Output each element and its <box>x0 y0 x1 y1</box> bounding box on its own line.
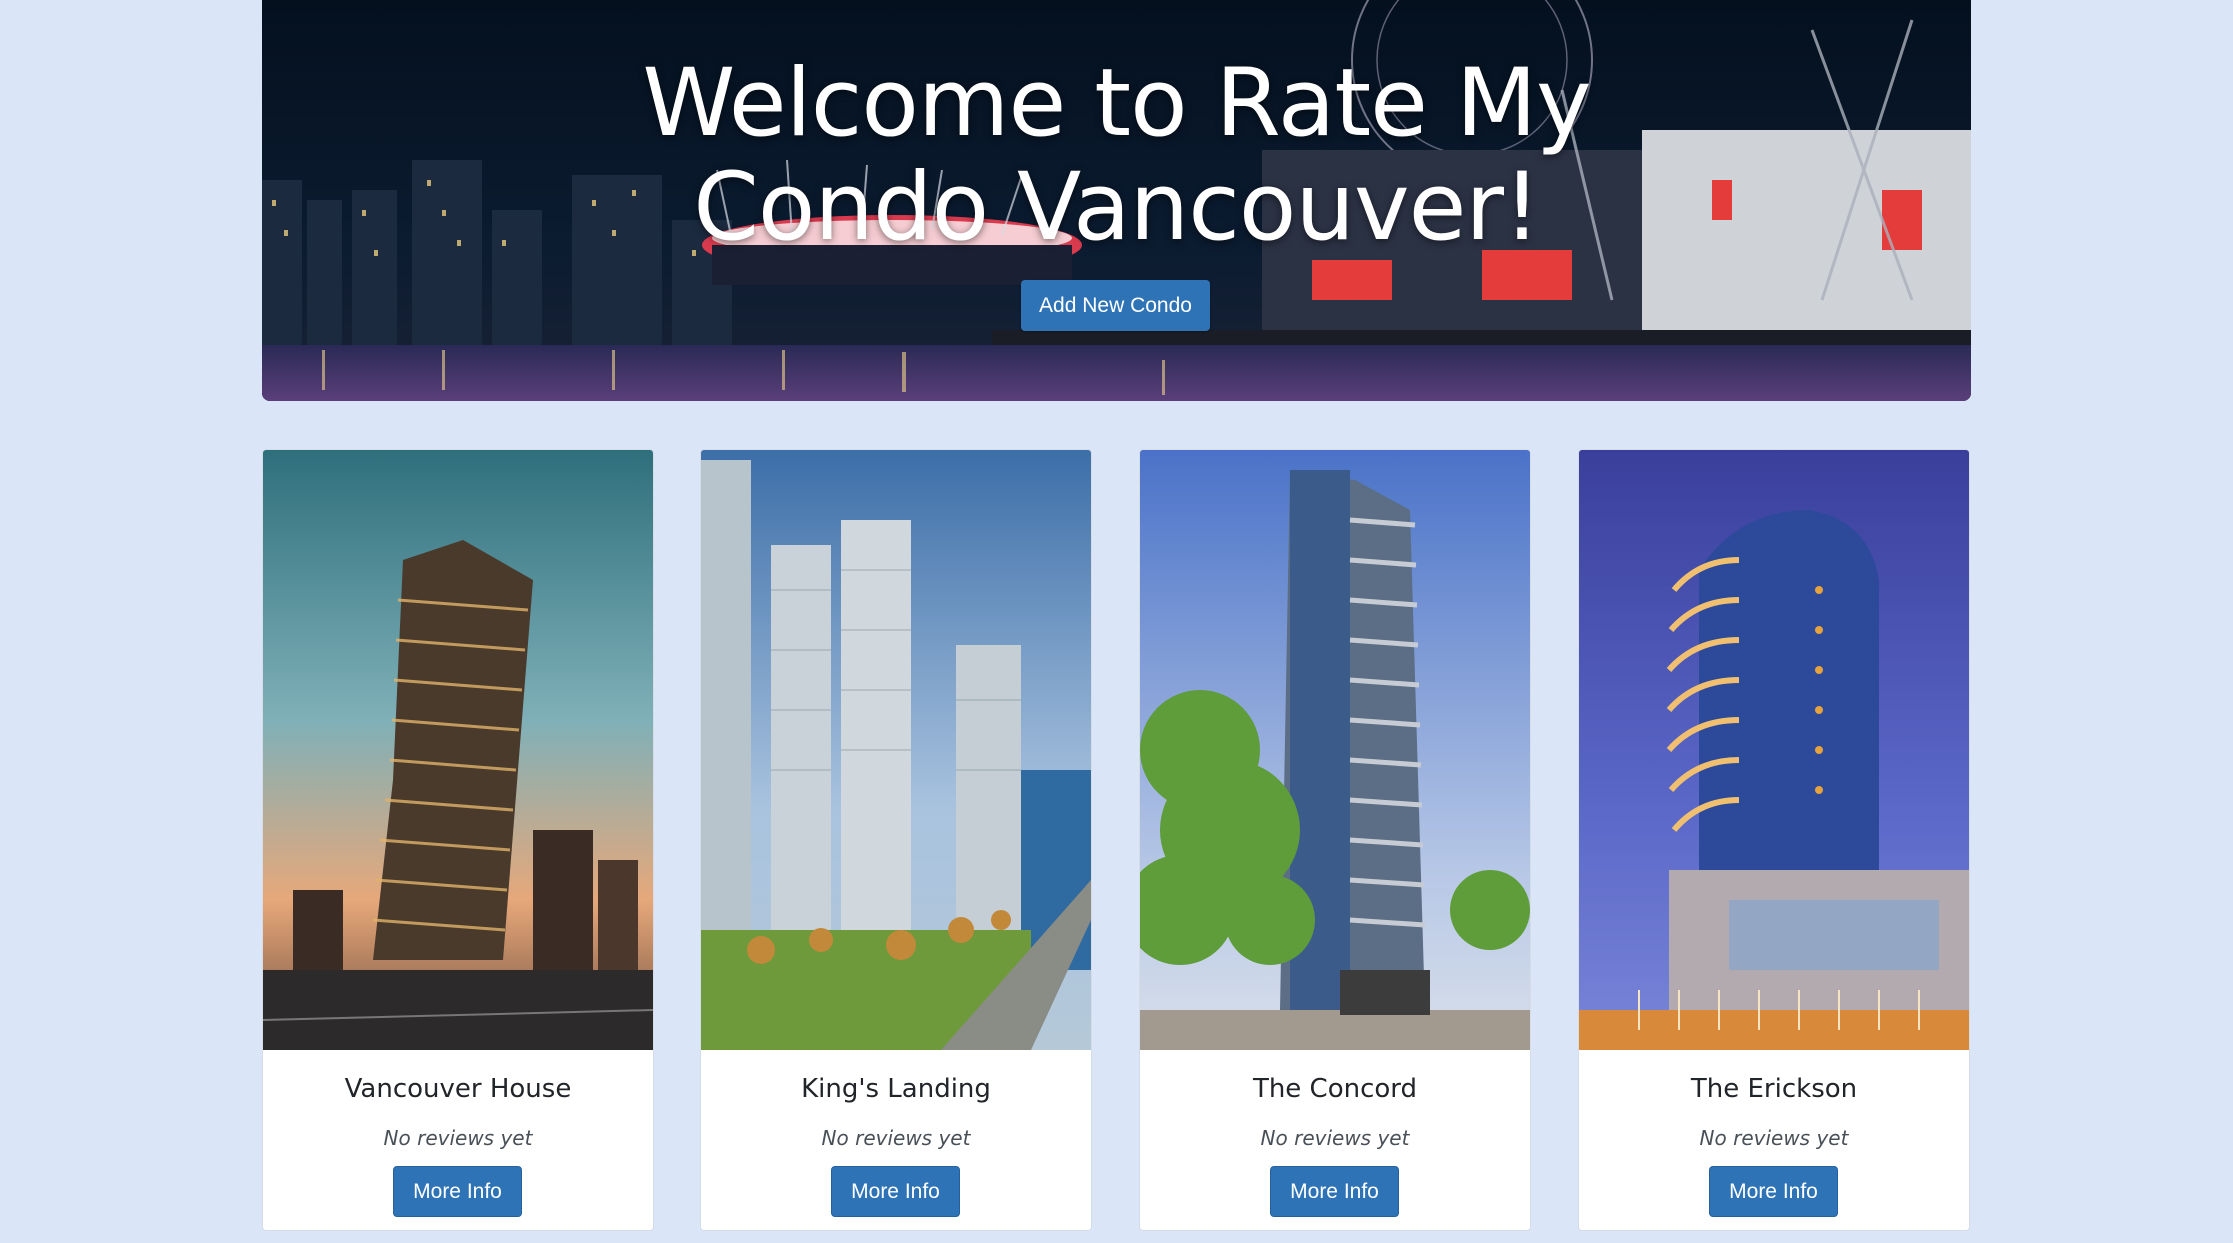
condo-photo <box>1140 450 1530 1050</box>
condo-photo <box>1579 450 1969 1050</box>
review-status: No reviews yet <box>821 1126 971 1150</box>
page: Welcome to Rate My Condo Vancouver! Add … <box>0 0 2233 1243</box>
more-info-button[interactable]: More Info <box>831 1166 960 1217</box>
condo-photo <box>263 450 653 1050</box>
hero-banner: Welcome to Rate My Condo Vancouver! <box>262 0 1971 401</box>
condo-name: King's Landing <box>801 1074 991 1104</box>
review-status: No reviews yet <box>383 1126 533 1150</box>
condo-card-vancouver-house: Vancouver House No reviews yet More Info <box>262 449 654 1231</box>
condo-card-kings-landing: King's Landing No reviews yet More Info <box>700 449 1092 1231</box>
condo-card-the-concord: The Concord No reviews yet More Info <box>1139 449 1531 1231</box>
more-info-button[interactable]: More Info <box>1270 1166 1399 1217</box>
condo-name: Vancouver House <box>344 1074 572 1104</box>
review-status: No reviews yet <box>1260 1126 1410 1150</box>
add-new-condo-button[interactable]: Add New Condo <box>1021 280 1210 331</box>
more-info-button[interactable]: More Info <box>393 1166 522 1217</box>
hero-title: Welcome to Rate My Condo Vancouver! <box>642 49 1591 262</box>
condo-photo <box>701 450 1091 1050</box>
more-info-button[interactable]: More Info <box>1709 1166 1838 1217</box>
condo-card-the-erickson: The Erickson No reviews yet More Info <box>1578 449 1970 1231</box>
review-status: No reviews yet <box>1699 1126 1849 1150</box>
condo-name: The Erickson <box>1690 1074 1858 1104</box>
condo-name: The Concord <box>1252 1074 1418 1104</box>
